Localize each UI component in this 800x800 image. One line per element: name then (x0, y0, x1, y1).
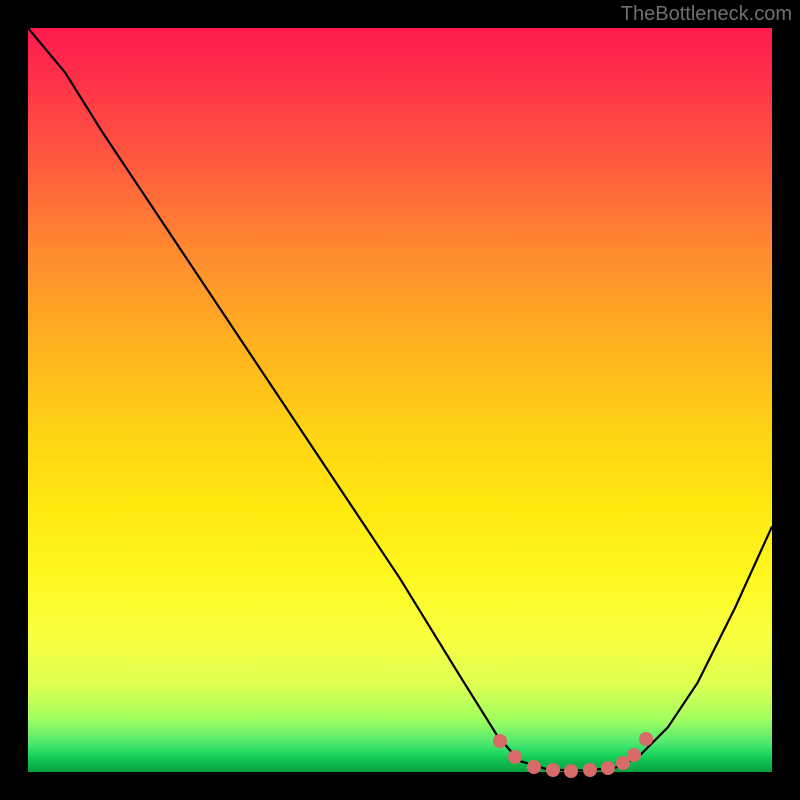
bottleneck-curve (28, 28, 772, 771)
data-marker (527, 760, 541, 774)
data-marker (508, 750, 522, 764)
data-marker (564, 764, 578, 778)
data-marker (546, 763, 560, 777)
curve-svg (28, 28, 772, 772)
watermark-text: TheBottleneck.com (621, 3, 792, 26)
data-marker (639, 732, 653, 746)
data-marker (627, 748, 641, 762)
data-marker (601, 761, 615, 775)
data-marker (493, 734, 507, 748)
chart-plot-area (28, 28, 772, 772)
data-marker (583, 763, 597, 777)
